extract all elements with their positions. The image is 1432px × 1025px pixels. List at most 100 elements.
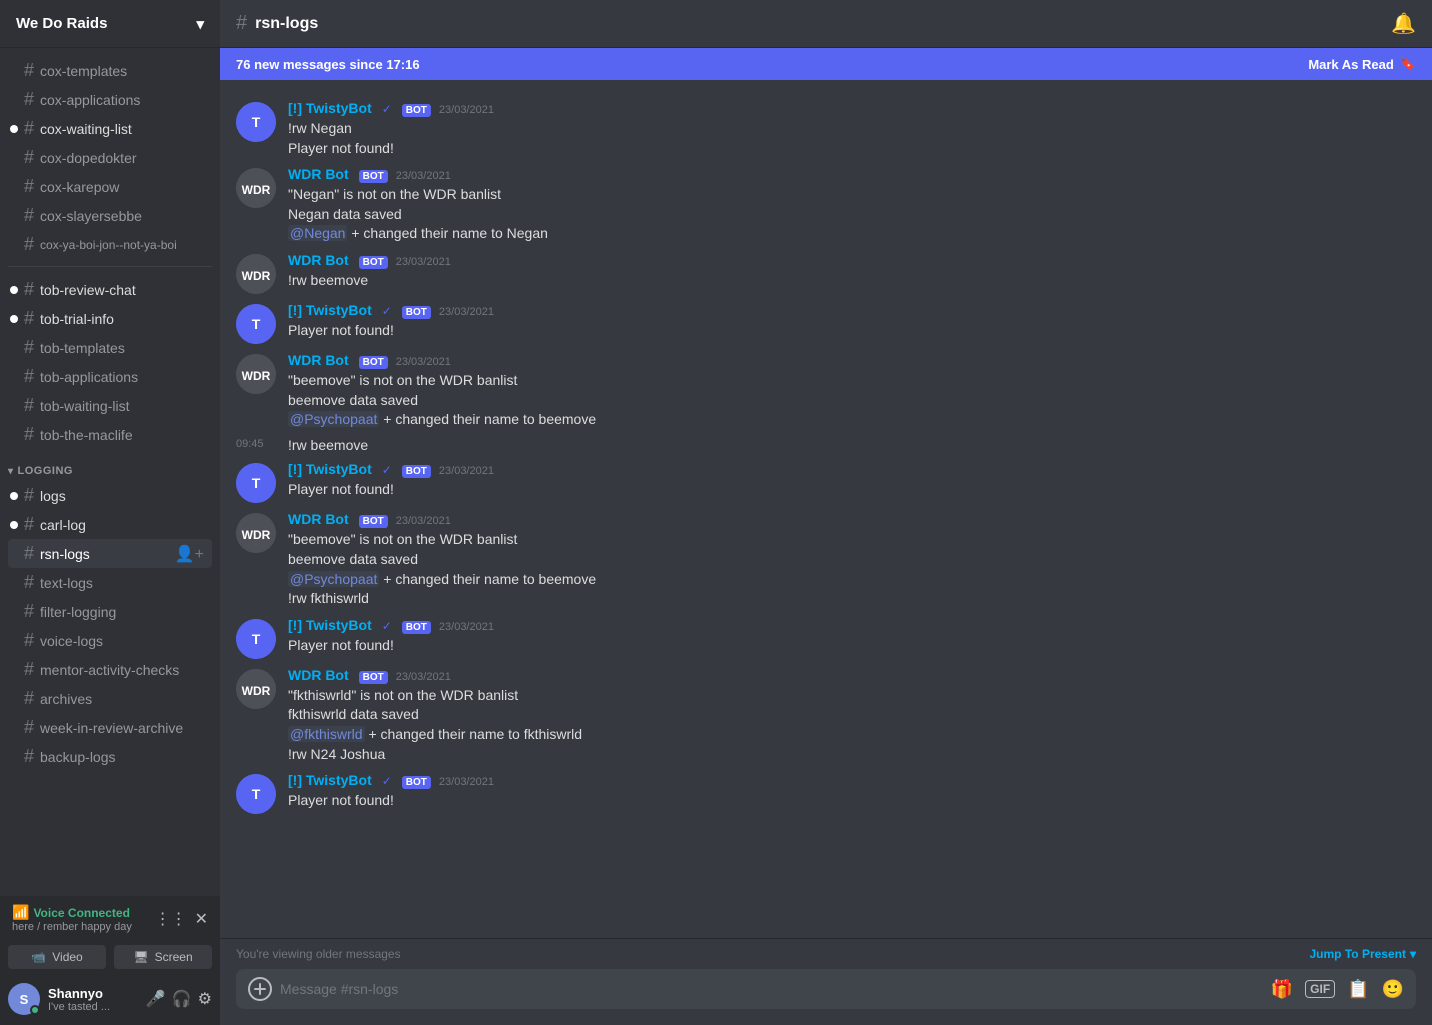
sidebar-item-text-logs[interactable]: # text-logs bbox=[8, 568, 212, 597]
message-text: Player not found! bbox=[288, 480, 1416, 500]
voice-disconnect-icon[interactable]: ✕ bbox=[195, 909, 208, 929]
svg-text:WDR: WDR bbox=[242, 369, 271, 383]
channel-label: tob-the-maclife bbox=[40, 427, 133, 443]
hash-icon: # bbox=[24, 746, 34, 767]
message-text: Player not found! bbox=[288, 636, 1416, 656]
headphones-icon[interactable]: 🎧 bbox=[172, 989, 192, 1009]
message-timestamp: 23/03/2021 bbox=[396, 671, 451, 683]
video-button[interactable]: 📹 Video bbox=[8, 945, 106, 969]
sidebar-item-backup-logs[interactable]: # backup-logs bbox=[8, 742, 212, 771]
message-group: WDR WDR Bot BOT 23/03/2021 !rw beemove bbox=[220, 248, 1432, 298]
avatar-col: WDR bbox=[236, 252, 276, 294]
hash-icon: # bbox=[24, 366, 34, 387]
sidebar-item-tob-the-maclife[interactable]: # tob-the-maclife bbox=[8, 420, 212, 449]
avatar: WDR bbox=[236, 254, 276, 294]
message-group: T [!] TwistyBot ✓ BOT 23/03/2021 !rw Neg… bbox=[220, 96, 1432, 162]
mark-as-read-button[interactable]: Mark As Read 🔖 bbox=[1308, 56, 1416, 72]
message-username: [!] TwistyBot bbox=[288, 772, 372, 788]
sidebar-item-cox-karepow[interactable]: # cox-karepow bbox=[8, 172, 212, 201]
channel-list: # cox-templates # cox-applications # cox… bbox=[0, 48, 220, 896]
voice-signal-icon[interactable]: ⋮⋮ bbox=[155, 909, 187, 929]
sidebar-item-cox-templates[interactable]: # cox-templates bbox=[8, 56, 212, 85]
jump-to-present-button[interactable]: Jump To Present ▾ bbox=[1310, 947, 1417, 961]
sidebar-item-cox-dopedokter[interactable]: # cox-dopedokter bbox=[8, 143, 212, 172]
message-text: !rw N24 Joshua bbox=[288, 745, 1416, 765]
message-username: WDR Bot bbox=[288, 166, 349, 182]
channel-label: tob-waiting-list bbox=[40, 398, 129, 414]
channel-label: backup-logs bbox=[40, 749, 116, 765]
message-content: WDR Bot BOT 23/03/2021 "fkthiswrld" is n… bbox=[288, 667, 1416, 764]
message-timestamp: 23/03/2021 bbox=[396, 256, 451, 268]
message-timestamp: 23/03/2021 bbox=[439, 621, 494, 633]
avatar: T bbox=[236, 619, 276, 659]
mic-icon[interactable]: 🎤 bbox=[146, 989, 166, 1009]
mention[interactable]: @fkthiswrld bbox=[288, 726, 365, 742]
hash-icon: # bbox=[24, 395, 34, 416]
username: Shannyo bbox=[48, 986, 138, 1001]
sidebar-item-archives[interactable]: # archives bbox=[8, 684, 212, 713]
voice-info: 📶 Voice Connected here / rember happy da… bbox=[12, 904, 155, 933]
gift-icon[interactable]: 🎁 bbox=[1271, 979, 1293, 1000]
message-group: WDR WDR Bot BOT 23/03/2021 "beemove" is … bbox=[220, 507, 1432, 612]
channel-label: cox-waiting-list bbox=[40, 121, 132, 137]
add-member-icon[interactable]: 👤+ bbox=[175, 544, 204, 564]
sticker-icon[interactable]: 📋 bbox=[1347, 979, 1369, 1000]
message-content: [!] TwistyBot ✓ BOT 23/03/2021 Player no… bbox=[288, 772, 1416, 814]
channel-label: logs bbox=[40, 488, 66, 504]
sidebar-item-cox-waiting-list[interactable]: # cox-waiting-list bbox=[8, 114, 212, 143]
message-timestamp: 23/03/2021 bbox=[439, 465, 494, 477]
sidebar-item-cox-ya-boi[interactable]: # cox-ya-boi-jon--not-ya-boi bbox=[8, 230, 212, 259]
message-input[interactable] bbox=[280, 969, 1271, 1009]
sidebar-item-carl-log[interactable]: # carl-log bbox=[8, 510, 212, 539]
bot-badge: BOT bbox=[402, 306, 431, 319]
message-text: @Negan + changed their name to Negan bbox=[288, 224, 1416, 244]
server-chevron: ▾ bbox=[196, 15, 204, 33]
category-logging[interactable]: ▾ LOGGING bbox=[0, 449, 220, 481]
channel-hash-icon: # bbox=[236, 12, 247, 35]
sidebar-item-filter-logging[interactable]: # filter-logging bbox=[8, 597, 212, 626]
message-text: "beemove" is not on the WDR banlist bbox=[288, 371, 1416, 391]
emoji-icon[interactable]: 🙂 bbox=[1382, 979, 1404, 1000]
avatar: T bbox=[236, 463, 276, 503]
screen-button[interactable]: 🖥 Screen bbox=[114, 945, 212, 969]
gif-icon[interactable]: GIF bbox=[1305, 980, 1335, 998]
notification-bell-icon[interactable]: 🔔 bbox=[1391, 11, 1416, 36]
sidebar-item-tob-templates[interactable]: # tob-templates bbox=[8, 333, 212, 362]
mention[interactable]: @Psychopaat bbox=[288, 571, 379, 587]
avatar: WDR bbox=[236, 354, 276, 394]
verified-badge: ✓ bbox=[382, 304, 392, 318]
channel-label: voice-logs bbox=[40, 633, 103, 649]
server-header[interactable]: We Do Raids ▾ bbox=[0, 0, 220, 48]
bot-badge: BOT bbox=[402, 621, 431, 634]
avatar-col: T bbox=[236, 302, 276, 344]
bot-badge: BOT bbox=[359, 515, 388, 528]
sidebar-item-tob-applications[interactable]: # tob-applications bbox=[8, 362, 212, 391]
sidebar-item-cox-applications[interactable]: # cox-applications bbox=[8, 85, 212, 114]
mention[interactable]: @Negan bbox=[288, 225, 347, 241]
channel-label: tob-templates bbox=[40, 340, 125, 356]
settings-icon[interactable]: ⚙ bbox=[198, 989, 212, 1009]
screen-icon: 🖥 bbox=[133, 950, 148, 964]
channel-label: carl-log bbox=[40, 517, 86, 533]
mention[interactable]: @Psychopaat bbox=[288, 411, 379, 427]
svg-text:WDR: WDR bbox=[242, 269, 271, 283]
message-text: Negan data saved bbox=[288, 205, 1416, 225]
sidebar-item-tob-review-chat[interactable]: # tob-review-chat bbox=[8, 275, 212, 304]
sidebar-item-tob-trial-info[interactable]: # tob-trial-info bbox=[8, 304, 212, 333]
message-text: @Psychopaat + changed their name to beem… bbox=[288, 570, 1416, 590]
sidebar-item-tob-waiting-list[interactable]: # tob-waiting-list bbox=[8, 391, 212, 420]
sidebar-item-cox-slayersebbe[interactable]: # cox-slayersebbe bbox=[8, 201, 212, 230]
sidebar-item-rsn-logs[interactable]: # rsn-logs 👤+ bbox=[8, 539, 212, 568]
sidebar-item-logs[interactable]: # logs bbox=[8, 481, 212, 510]
sidebar-item-week-in-review-archive[interactable]: # week-in-review-archive bbox=[8, 713, 212, 742]
sidebar-item-mentor-activity-checks[interactable]: # mentor-activity-checks bbox=[8, 655, 212, 684]
add-attachment-button[interactable] bbox=[248, 977, 272, 1001]
message-header: [!] TwistyBot ✓ BOT 23/03/2021 bbox=[288, 302, 1416, 319]
hash-icon: # bbox=[24, 572, 34, 593]
avatar: WDR bbox=[236, 669, 276, 709]
message-text: "Negan" is not on the WDR banlist bbox=[288, 185, 1416, 205]
message-username: [!] TwistyBot bbox=[288, 461, 372, 477]
sidebar-item-voice-logs[interactable]: # voice-logs bbox=[8, 626, 212, 655]
hash-icon: # bbox=[24, 308, 34, 329]
svg-text:WDR: WDR bbox=[242, 528, 271, 542]
